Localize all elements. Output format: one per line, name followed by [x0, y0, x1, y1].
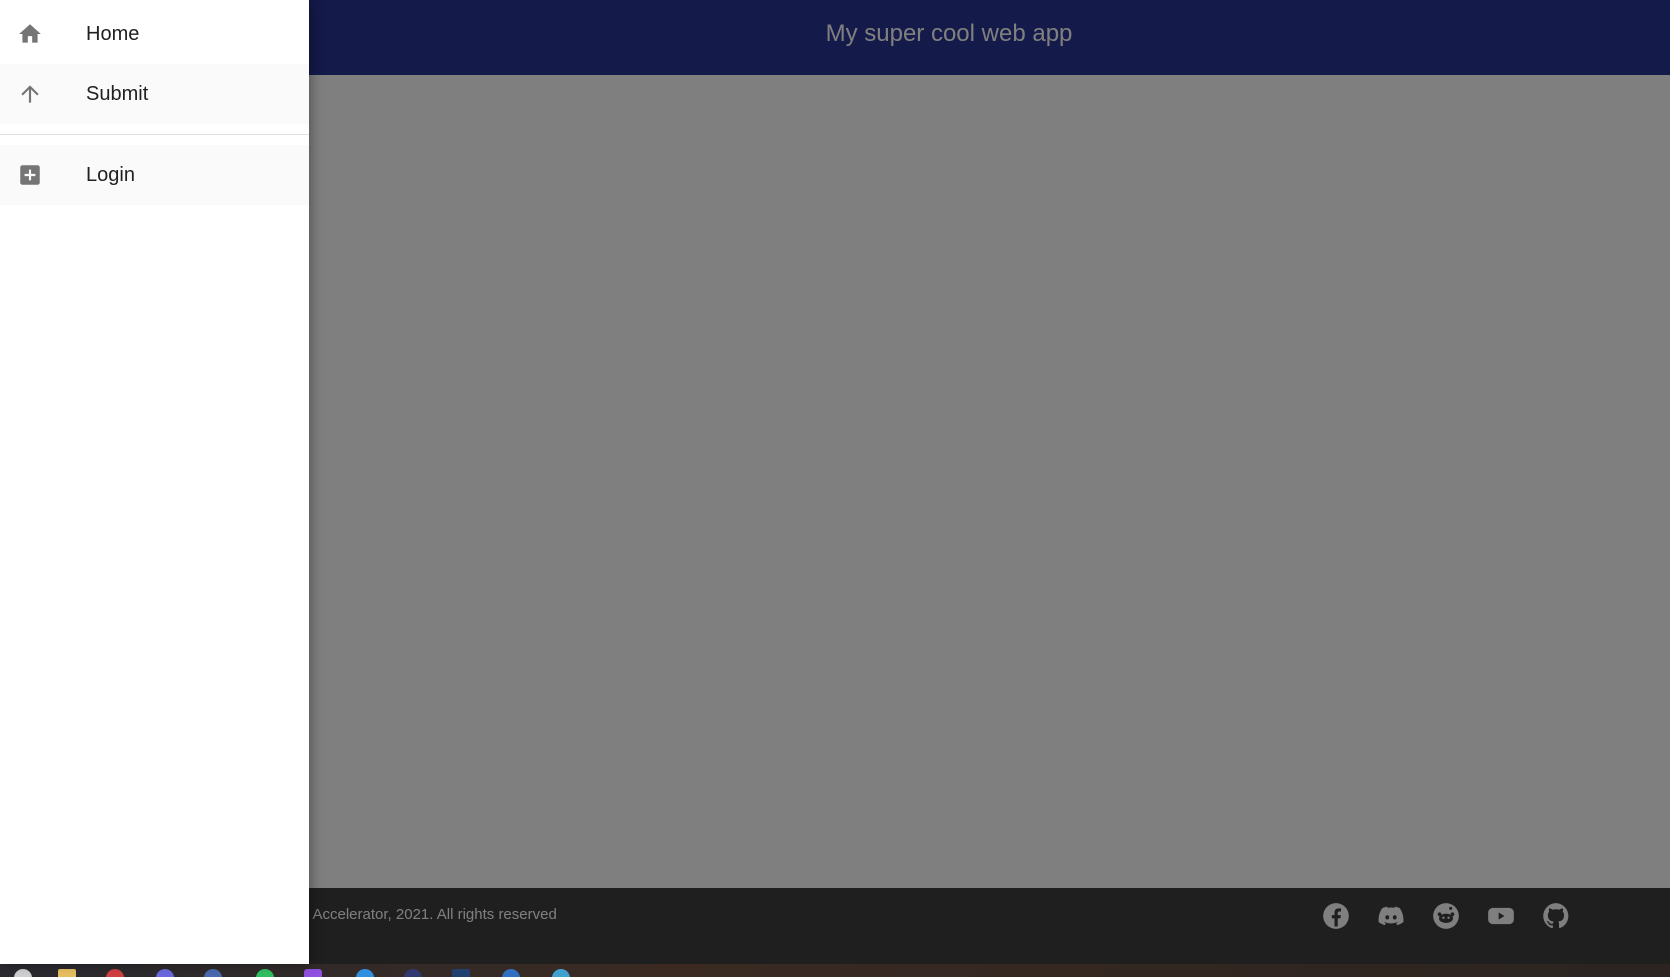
- drawer-item-label: Submit: [86, 83, 149, 105]
- taskbar-app-icon[interactable]: [14, 969, 32, 977]
- plus-box-icon: [17, 162, 43, 188]
- spotify-icon[interactable]: [256, 969, 274, 977]
- os-taskbar: [0, 964, 1670, 977]
- home-icon: [17, 21, 43, 47]
- drawer-item-login[interactable]: Login: [0, 145, 309, 205]
- arrow-up-icon: [17, 81, 43, 107]
- navigation-drawer: Home Submit Login: [0, 0, 309, 964]
- page: My super cool web app : Accelerator, 202…: [0, 0, 1670, 977]
- taskbar-app-icon[interactable]: [404, 969, 422, 977]
- taskbar-app-icon[interactable]: [502, 969, 520, 977]
- taskbar-app-icon[interactable]: [204, 969, 222, 977]
- taskbar-app-icon[interactable]: [452, 969, 470, 977]
- taskbar-app-icon[interactable]: [304, 969, 322, 977]
- taskbar-app-icon[interactable]: [356, 969, 374, 977]
- browser-icon[interactable]: [106, 969, 124, 977]
- drawer-item-home[interactable]: Home: [0, 4, 309, 64]
- folder-icon[interactable]: [58, 969, 76, 977]
- drawer-item-label: Home: [86, 23, 140, 45]
- discord-app-icon[interactable]: [156, 969, 174, 977]
- drawer-divider: [0, 134, 309, 135]
- drawer-item-submit[interactable]: Submit: [0, 64, 309, 124]
- drawer-item-label: Login: [86, 164, 135, 186]
- taskbar-app-icon[interactable]: [552, 969, 570, 977]
